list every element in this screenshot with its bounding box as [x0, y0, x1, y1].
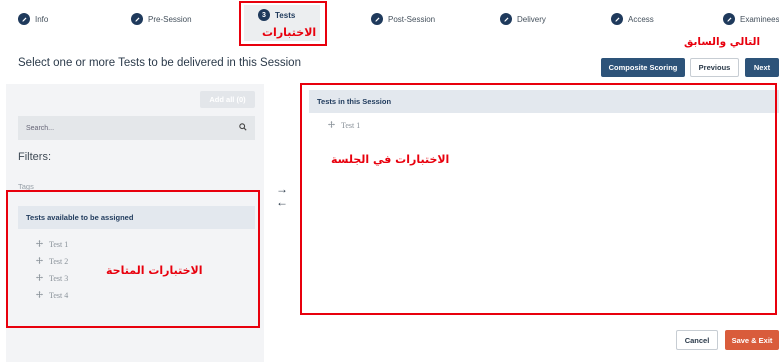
list-item[interactable]: Test 2 [36, 257, 68, 266]
list-item[interactable]: Test 1 [36, 240, 68, 249]
pencil-icon [500, 13, 512, 25]
previous-button[interactable]: Previous [690, 58, 739, 77]
annotation-box-tests-in-session [300, 83, 777, 315]
annotation-available-tests: الاختبارات المتاحة [106, 264, 203, 277]
test-name: Test 1 [341, 121, 361, 130]
annotation-next-previous: التالي والسابق [684, 36, 761, 48]
pencil-icon [371, 13, 383, 25]
pencil-icon [131, 13, 143, 25]
list-item[interactable]: Test 1 [328, 121, 360, 130]
move-icon [36, 274, 43, 283]
cancel-button[interactable]: Cancel [676, 330, 718, 350]
list-item[interactable]: Test 3 [36, 274, 68, 283]
move-icon [36, 257, 43, 266]
step-label: Examinees [740, 14, 779, 24]
move-icon [328, 121, 335, 130]
search-input[interactable]: Search... [18, 116, 255, 140]
move-icon [36, 240, 43, 249]
composite-scoring-button[interactable]: Composite Scoring [601, 58, 685, 77]
step-label: Info [35, 14, 49, 24]
pencil-icon [18, 13, 30, 25]
add-all-button[interactable]: Add all (0) [200, 91, 255, 108]
test-name: Test 4 [49, 291, 69, 300]
page-title: Select one or more Tests to be delivered… [18, 57, 301, 69]
filters-heading: Filters: [18, 151, 51, 163]
step-label: Access [628, 14, 654, 24]
test-name: Test 1 [49, 240, 69, 249]
step-label: Delivery [517, 14, 546, 24]
step-post-session[interactable]: Post-Session [371, 13, 435, 25]
move-icon [36, 291, 43, 300]
step-label: Post-Session [388, 14, 436, 24]
pencil-icon [611, 13, 623, 25]
move-right-arrow-icon[interactable]: → [276, 183, 288, 195]
step-examinees[interactable]: Examinees [723, 13, 779, 25]
step-number-badge: 3 [258, 9, 270, 21]
step-label: Tests [275, 10, 296, 20]
step-label: Pre-Session [148, 14, 192, 24]
pencil-icon [723, 13, 735, 25]
step-delivery[interactable]: Delivery [500, 13, 546, 25]
step-access[interactable]: Access [611, 13, 654, 25]
step-pre-session[interactable]: Pre-Session [131, 13, 192, 25]
search-placeholder: Search... [26, 124, 55, 132]
save-exit-button[interactable]: Save & Exit [725, 330, 779, 350]
test-name: Test 3 [49, 274, 69, 283]
list-item[interactable]: Test 4 [36, 291, 68, 300]
annotation-tests-in-session: الاختبارات في الجلسة [331, 153, 450, 166]
step-tests[interactable]: 3 Tests [258, 9, 295, 21]
search-icon[interactable] [239, 123, 247, 133]
annotation-tests: الاختبارات [262, 26, 317, 39]
test-name: Test 2 [49, 257, 69, 266]
step-info[interactable]: Info [18, 13, 48, 25]
step-navigation: Info Pre-Session 3 Tests Post-Session De… [0, 0, 779, 42]
next-button[interactable]: Next [745, 58, 779, 77]
available-tests-header: Tests available to be assigned [18, 206, 255, 229]
move-left-arrow-icon[interactable]: ← [276, 196, 288, 208]
session-tests-header: Tests in this Session [309, 90, 779, 113]
tags-label: Tags [18, 182, 34, 191]
